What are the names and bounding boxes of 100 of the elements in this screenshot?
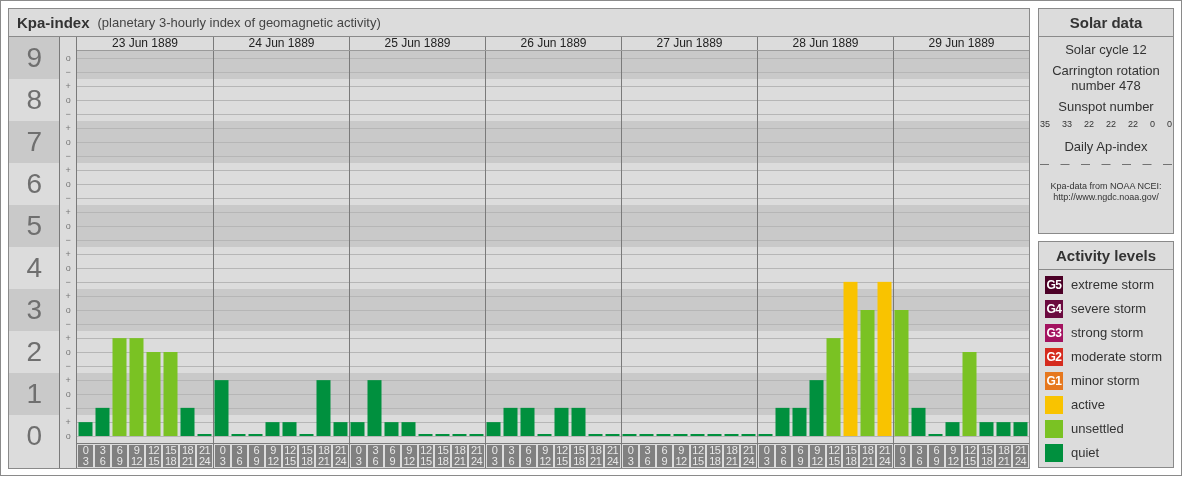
- minor-tick-label: −: [64, 276, 72, 289]
- legend-label: quiet: [1071, 445, 1100, 460]
- time-slot-label: 3 6: [911, 445, 927, 467]
- time-slot-label: 0 3: [351, 445, 366, 467]
- time-slot-label: 15 18: [299, 445, 315, 467]
- minor-tick-label: +: [64, 206, 72, 219]
- legend-label: moderate storm: [1071, 349, 1163, 364]
- minor-tick-label: o: [64, 220, 72, 233]
- kp-level-label: 4: [26, 254, 42, 282]
- sunspot-value: 22: [1105, 119, 1116, 129]
- time-slot-label: 18 21: [588, 445, 604, 467]
- kp-level-label: 2: [26, 338, 42, 366]
- time-slot-label: 18 21: [724, 445, 740, 467]
- minor-tick-label: o: [64, 304, 72, 317]
- level-badge: G4: [1045, 299, 1063, 318]
- time-slot-label: 18 21: [316, 445, 332, 467]
- time-slot-label: 15 18: [435, 445, 451, 467]
- sunspot-value: 0: [1166, 119, 1172, 129]
- minor-tick-label: −: [64, 108, 72, 121]
- ap-value: —: [1101, 159, 1111, 169]
- sunspot-value: 22: [1083, 119, 1094, 129]
- level-badge: G5: [1045, 275, 1063, 294]
- sunspot-value: 22: [1127, 119, 1138, 129]
- date-label: 29 Jun 1889: [893, 37, 1029, 50]
- time-slot-label: 6 9: [792, 445, 808, 467]
- level-badge: G3: [1045, 323, 1063, 342]
- time-slot-label: 21 24: [1013, 445, 1028, 467]
- time-slot-label: 21 24: [333, 445, 348, 467]
- time-slot-label: 15 18: [843, 445, 859, 467]
- time-slot-label: 18 21: [452, 445, 468, 467]
- time-slot-label: 3 6: [639, 445, 655, 467]
- minor-tick-label: o: [64, 178, 72, 191]
- time-slot-label: 15 18: [979, 445, 995, 467]
- sunspot-heading: Sunspot number: [1057, 99, 1155, 114]
- ap-value: —: [1040, 159, 1049, 169]
- kp-level-label: 0: [26, 422, 42, 450]
- time-slot-label: 15 18: [707, 445, 723, 467]
- time-slot-label: 21 24: [741, 445, 756, 467]
- kp-level-label: 8: [26, 86, 42, 114]
- time-slot-label: 0 3: [623, 445, 638, 467]
- date-label: 28 Jun 1889: [757, 37, 893, 50]
- minor-tick-label: o: [64, 52, 72, 65]
- time-slot-label: 6 9: [384, 445, 400, 467]
- legend-label: extreme storm: [1071, 277, 1155, 292]
- minor-tick-label: +: [64, 374, 72, 387]
- date-label: 25 Jun 1889: [349, 37, 485, 50]
- kp-level-label: 6: [26, 170, 42, 198]
- date-label: 23 Jun 1889: [110, 37, 180, 50]
- time-slot-label: 6 9: [656, 445, 672, 467]
- kp-level-label: 7: [26, 128, 42, 156]
- ap-value: —: [1142, 159, 1152, 169]
- time-slot-label: 6 9: [248, 445, 264, 467]
- time-slot-label: 9 12: [537, 445, 553, 467]
- time-slot-label: 9 12: [129, 445, 144, 467]
- minor-tick-label: −: [64, 234, 72, 247]
- minor-tick-label: +: [64, 164, 72, 177]
- date-label: 27 Jun 1889: [621, 37, 757, 50]
- minor-tick-label: −: [64, 402, 72, 415]
- minor-tick-label: o: [64, 430, 72, 443]
- time-slot-label: 9 12: [401, 445, 417, 467]
- time-slot-label: 12 15: [146, 445, 161, 467]
- time-slot-label: 6 9: [928, 445, 944, 467]
- ap-value: —: [1060, 159, 1070, 169]
- kp-level-label: 9: [26, 44, 42, 72]
- minor-tick-label: −: [64, 150, 72, 163]
- sunspot-value: 0: [1149, 119, 1155, 129]
- ap-value: —: [1163, 159, 1172, 169]
- legend-label: active: [1071, 397, 1105, 412]
- kp-level-label: 5: [26, 212, 42, 240]
- minor-tick-label: −: [64, 192, 72, 205]
- time-slot-label: 12 15: [962, 445, 978, 467]
- minor-tick-label: +: [64, 416, 72, 429]
- time-slot-label: 3 6: [503, 445, 519, 467]
- time-slot-label: 9 12: [809, 445, 825, 467]
- time-slot-label: 12 15: [418, 445, 434, 467]
- time-slot-label: 15 18: [163, 445, 178, 467]
- time-slot-label: 3 6: [95, 445, 110, 467]
- ap-index-heading: Daily Ap-index: [1063, 139, 1149, 154]
- time-slot-label: 0 3: [895, 445, 910, 467]
- kp-level-label: 3: [26, 296, 42, 324]
- panel-title: Solar data: [1039, 9, 1173, 37]
- minor-tick-label: +: [64, 80, 72, 93]
- time-slot-label: 3 6: [775, 445, 791, 467]
- time-slot-label: 12 15: [690, 445, 706, 467]
- time-slot-label: 12 15: [826, 445, 842, 467]
- time-slot-label: 21 24: [877, 445, 892, 467]
- solar-cycle-text: Solar cycle 12: [1064, 42, 1148, 57]
- minor-tick-label: o: [64, 136, 72, 149]
- ap-value: —: [1081, 159, 1090, 169]
- minor-tick-label: o: [64, 94, 72, 107]
- time-slot-label: 0 3: [215, 445, 230, 467]
- time-slot-label: 9 12: [945, 445, 961, 467]
- minor-tick-label: −: [64, 318, 72, 331]
- legend-label: strong storm: [1071, 325, 1144, 340]
- time-slot-label: 18 21: [996, 445, 1012, 467]
- panel-title: Activity levels: [1039, 241, 1173, 270]
- minor-tick-label: +: [64, 290, 72, 303]
- sunspot-value: 33: [1062, 119, 1072, 129]
- minor-tick-label: +: [64, 332, 72, 345]
- minor-tick-label: +: [64, 248, 72, 261]
